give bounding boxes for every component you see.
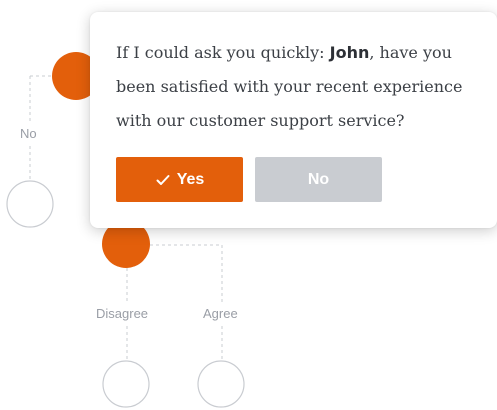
yes-button[interactable]: Yes bbox=[116, 157, 243, 202]
no-button-label: No bbox=[307, 170, 330, 188]
question-prefix: If I could ask you quickly: bbox=[116, 43, 330, 62]
branch-no-label: No bbox=[20, 126, 37, 141]
flow-node-empty bbox=[6, 180, 54, 228]
survey-question: If I could ask you quickly: John, have y… bbox=[116, 36, 476, 138]
flow-node-empty bbox=[102, 360, 150, 408]
no-button[interactable]: No bbox=[255, 157, 382, 202]
yes-button-label: Yes bbox=[176, 170, 205, 188]
branch-disagree-label: Disagree bbox=[96, 306, 149, 321]
customer-name: John bbox=[329, 43, 370, 62]
survey-popup: If I could ask you quickly: John, have y… bbox=[90, 12, 497, 228]
branch-agree-label: Agree bbox=[203, 306, 238, 321]
flow-node-empty bbox=[197, 360, 245, 408]
check-icon bbox=[156, 174, 170, 185]
